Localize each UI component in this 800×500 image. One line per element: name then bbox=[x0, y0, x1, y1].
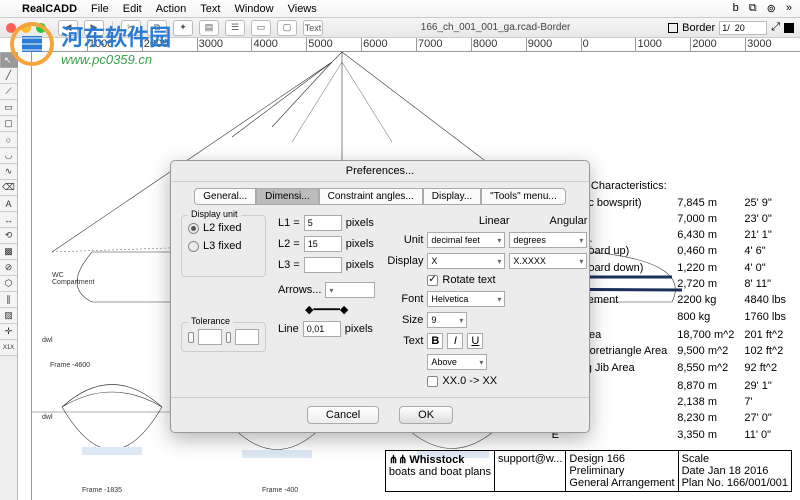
menu-views[interactable]: Views bbox=[288, 3, 317, 15]
toolbar-btn-7[interactable]: ▢ bbox=[277, 20, 297, 36]
tool-fill[interactable]: ▩ bbox=[0, 244, 17, 260]
tolerance-chk1[interactable] bbox=[188, 332, 194, 343]
font-select[interactable]: Helvetica bbox=[427, 291, 505, 307]
layer-name[interactable]: Border bbox=[682, 22, 715, 34]
dialog-tabs: General... Dimensi... Constraint angles.… bbox=[171, 182, 589, 211]
tol-input1[interactable] bbox=[198, 329, 222, 345]
xx-chk[interactable] bbox=[427, 376, 438, 387]
menubar-right: b ⧉ ⊚ » bbox=[733, 2, 792, 15]
tool-circle[interactable]: ○ bbox=[0, 132, 17, 148]
rotate-text-chk[interactable] bbox=[427, 275, 438, 286]
unit-linear-select[interactable]: decimal feet bbox=[427, 232, 505, 248]
close-window-icon[interactable] bbox=[6, 23, 16, 33]
tool-line[interactable]: ╱ bbox=[0, 68, 17, 84]
app-name[interactable]: RealCADD bbox=[22, 3, 77, 15]
tab-dimensions[interactable]: Dimensi... bbox=[256, 188, 318, 205]
line-swatch[interactable] bbox=[784, 23, 794, 33]
ruler-vertical bbox=[18, 52, 32, 500]
title-block: ⋔⋔ Whisstock boats and boat plans suppor… bbox=[385, 450, 792, 492]
tool-spline[interactable]: ∿ bbox=[0, 164, 17, 180]
l2-input[interactable] bbox=[304, 236, 342, 252]
unit-angular-select[interactable]: degrees bbox=[509, 232, 587, 248]
label-frame-1835: Frame -1835 bbox=[82, 487, 122, 494]
nav-back-button[interactable]: ◀ bbox=[58, 20, 78, 36]
tab-constraint[interactable]: Constraint angles... bbox=[319, 188, 423, 205]
tool-x1x[interactable]: X1X bbox=[0, 340, 17, 356]
toolbar-copy-icon[interactable]: ⧉ bbox=[147, 20, 167, 36]
document-title: 166_ch_001_001_ga.rcad-Border bbox=[329, 22, 662, 33]
whisstock-logo-icon: ⋔⋔ bbox=[389, 453, 407, 466]
label-frame-400: Frame -400 bbox=[262, 487, 298, 494]
line-input[interactable] bbox=[303, 321, 341, 337]
cancel-button[interactable]: Cancel bbox=[307, 406, 379, 424]
label-dwl2: dwl bbox=[42, 414, 53, 421]
nav-fwd-button[interactable]: ▶ bbox=[84, 20, 104, 36]
l3-input[interactable] bbox=[304, 257, 342, 273]
menu-extras-icon[interactable]: » bbox=[786, 2, 792, 15]
tolerance-chk2[interactable] bbox=[226, 332, 232, 343]
menu-action[interactable]: Action bbox=[156, 3, 187, 15]
expand-icon[interactable]: ⤢ bbox=[771, 21, 780, 34]
wifi-icon[interactable]: ⊚ bbox=[767, 2, 776, 15]
toolbar-layers-icon[interactable]: ▤ bbox=[199, 20, 219, 36]
tool-palette: ↖ ╱ ⟋ ▭ ▢ ○ ◡ ∿ ⌫ A ↔ ⟲ ▩ ⊘ ⬡ ∥ ▨ ✛ X1X bbox=[0, 52, 18, 500]
tool-text[interactable]: A bbox=[0, 196, 17, 212]
bold-button[interactable]: B bbox=[427, 333, 443, 349]
tool-rotate[interactable]: ⟲ bbox=[0, 228, 17, 244]
tool-arc[interactable]: ◡ bbox=[0, 148, 17, 164]
tool-rrect[interactable]: ▢ bbox=[0, 116, 17, 132]
toolbar-cut-icon[interactable]: ✂ bbox=[121, 20, 141, 36]
scale-input[interactable] bbox=[719, 21, 767, 35]
toolbar-btn-5[interactable]: ☰ bbox=[225, 20, 245, 36]
b-icon[interactable]: b bbox=[733, 2, 739, 15]
tool-hexagon[interactable]: ⬡ bbox=[0, 276, 17, 292]
display-angular-select[interactable]: X.XXXX bbox=[509, 253, 587, 269]
tab-general[interactable]: General... bbox=[194, 188, 256, 205]
menubar: RealCADD File Edit Action Text Window Vi… bbox=[0, 0, 800, 18]
tool-polyline[interactable]: ⟋ bbox=[0, 84, 17, 100]
ruler-horizontal: 0100020003000400050006000700080009000010… bbox=[32, 38, 800, 52]
fill-swatch[interactable] bbox=[668, 23, 678, 33]
arrows-select[interactable] bbox=[325, 282, 375, 298]
minimize-window-icon[interactable] bbox=[21, 23, 31, 33]
radio-l2[interactable] bbox=[188, 223, 199, 234]
zoom-window-icon[interactable] bbox=[36, 23, 46, 33]
tool-rect[interactable]: ▭ bbox=[0, 100, 17, 116]
label-dwl: dwl bbox=[42, 337, 53, 344]
preferences-dialog: Preferences... General... Dimensi... Con… bbox=[170, 160, 590, 433]
tool-eraser[interactable]: ⌫ bbox=[0, 180, 17, 196]
underline-button[interactable]: U bbox=[467, 333, 483, 349]
dialog-title: Preferences... bbox=[171, 161, 589, 182]
ok-button[interactable]: OK bbox=[399, 406, 453, 424]
tool-parallel[interactable]: ∥ bbox=[0, 292, 17, 308]
tab-display[interactable]: Display... bbox=[423, 188, 481, 205]
toolbar-snap-icon[interactable]: ✦ bbox=[173, 20, 193, 36]
toolbar-text-button[interactable]: Text bbox=[303, 20, 323, 36]
menu-file[interactable]: File bbox=[91, 3, 109, 15]
label-frame-4600: Frame -4600 bbox=[50, 362, 90, 369]
menu-edit[interactable]: Edit bbox=[123, 3, 142, 15]
tool-trim[interactable]: ⊘ bbox=[0, 260, 17, 276]
dropbox-icon[interactable]: ⧉ bbox=[749, 2, 757, 15]
tab-tools[interactable]: "Tools" menu... bbox=[481, 188, 566, 205]
label-wc: WC Compartment bbox=[52, 272, 94, 286]
tool-dim[interactable]: ↔ bbox=[0, 212, 17, 228]
tol-input2[interactable] bbox=[235, 329, 259, 345]
position-select[interactable]: Above bbox=[427, 354, 487, 370]
size-select[interactable]: 9 bbox=[427, 312, 467, 328]
menu-window[interactable]: Window bbox=[234, 3, 273, 15]
italic-button[interactable]: I bbox=[447, 333, 463, 349]
toolbar-btn-6[interactable]: ▭ bbox=[251, 20, 271, 36]
tool-crosshair[interactable]: ✛ bbox=[0, 324, 17, 340]
traffic-lights bbox=[6, 23, 46, 33]
display-linear-select[interactable]: X bbox=[427, 253, 505, 269]
menu-text[interactable]: Text bbox=[200, 3, 220, 15]
l1-input[interactable] bbox=[304, 215, 342, 231]
radio-l3[interactable] bbox=[188, 241, 199, 252]
window-titlebar: ◀ ▶ ✂ ⧉ ✦ ▤ ☰ ▭ ▢ Text 166_ch_001_001_ga… bbox=[0, 18, 800, 38]
tool-hatch[interactable]: ▨ bbox=[0, 308, 17, 324]
